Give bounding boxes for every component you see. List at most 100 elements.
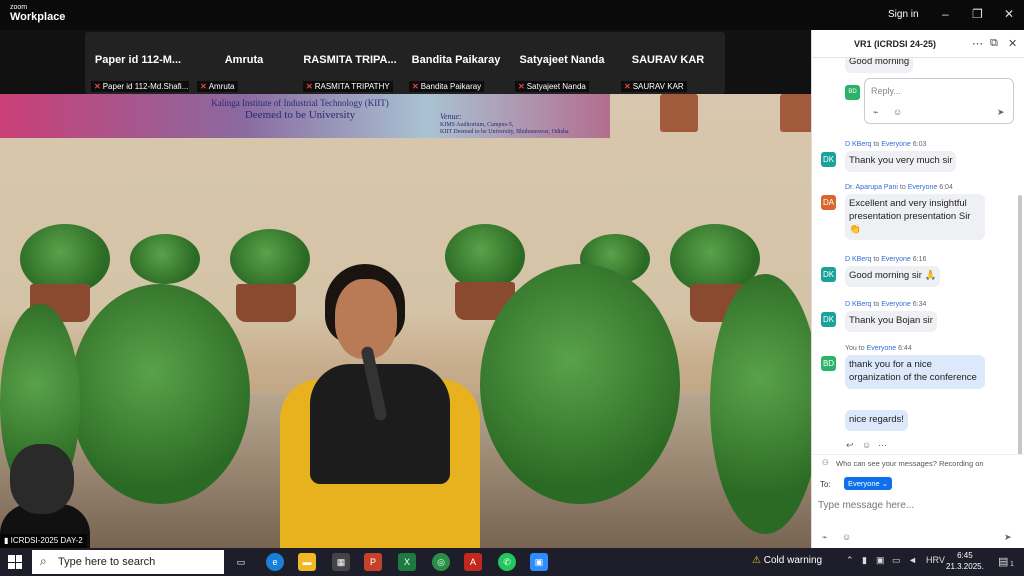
chevron-up-icon[interactable]: ⌃ xyxy=(846,555,854,566)
volume-icon[interactable]: ◄ xyxy=(908,555,917,565)
sender-name: D KBerq xyxy=(845,256,872,263)
participant-label: ✕ Paper id 112-Md.Shafi... xyxy=(91,81,189,92)
restore-icon[interactable]: ❐ xyxy=(972,7,983,21)
chat-scrollbar[interactable] xyxy=(1018,195,1022,455)
notification-icon[interactable]: ▤ xyxy=(998,555,1008,568)
zoom-logo: zoom Workplace xyxy=(10,4,65,23)
participant-tile[interactable]: Bandita Paikaray ✕ Bandita Paikaray xyxy=(403,32,509,94)
participant-label-text: Paper id 112-Md.Shafi... xyxy=(102,82,189,91)
sign-in-button[interactable]: Sign in xyxy=(888,9,919,20)
sender-name: D KBerq xyxy=(845,141,872,148)
search-placeholder: Type here to search xyxy=(58,556,156,568)
mic-muted-icon: ✕ xyxy=(200,82,207,91)
pdf-reader-icon[interactable]: A xyxy=(464,553,482,571)
plant xyxy=(480,264,680,504)
participant-label-text: Amruta xyxy=(208,82,235,91)
message-input[interactable]: Type message here... xyxy=(818,500,914,511)
minimize-icon[interactable]: – xyxy=(942,7,949,21)
send-icon[interactable]: ➤ xyxy=(997,107,1005,118)
whatsapp-icon[interactable]: ✆ xyxy=(498,553,516,571)
camera-icon[interactable]: ▣ xyxy=(876,555,885,566)
send-icon[interactable]: ➤ xyxy=(1004,532,1012,543)
emoji-icon[interactable]: ☺ xyxy=(893,107,902,117)
windows-taskbar: ⌕ Type here to search ▭ e ▬ ▦ P X ◎ A ✆ … xyxy=(0,548,1024,576)
react-icon[interactable]: ☺ xyxy=(862,440,871,450)
participant-tile[interactable]: RASMITA TRIPA... ✕ RASMITA TRIPATHY xyxy=(297,32,403,94)
active-speaker-video: Kalinga Institute of Industrial Technolo… xyxy=(0,94,811,548)
participant-label: ✕ Bandita Paikaray xyxy=(409,81,485,92)
reply-placeholder: Reply... xyxy=(871,86,901,96)
chat-header: VR1 (ICRDSI 24-25) ⋯ ⧉ ✕ xyxy=(812,30,1024,58)
more-icon[interactable]: ⋯ xyxy=(972,37,983,50)
message-bubble: Thank you Bojan sir xyxy=(845,311,937,332)
participant-strip: Paper id 112-M... ✕ Paper id 112-Md.Shafi… xyxy=(85,32,725,94)
search-icon: ⌕ xyxy=(40,554,47,568)
close-chat-icon[interactable]: ✕ xyxy=(1008,37,1017,50)
file-explorer-icon[interactable]: ▬ xyxy=(298,553,316,571)
speaker-person xyxy=(270,254,500,548)
banner-text: Kalinga Institute of Industrial Technolo… xyxy=(150,98,450,122)
message-bubble: Good morning sir 🙏 xyxy=(845,266,941,287)
zoom-window: zoom Workplace Sign in – ❐ ✕ Paper id 11… xyxy=(0,0,1024,548)
zoom-taskbar-icon[interactable]: ▣ xyxy=(530,553,548,571)
to-word: to xyxy=(873,256,880,263)
banner-line: Deemed to be University xyxy=(244,108,356,121)
chat-panel: VR1 (ICRDSI 24-25) ⋯ ⧉ ✕ Good morning BD… xyxy=(811,30,1024,548)
participant-name: RASMITA TRIPA... xyxy=(303,54,397,66)
recipient: Everyone xyxy=(907,184,938,191)
chat-title: VR1 (ICRDSI 24-25) xyxy=(854,39,937,49)
message-meta: D KBerq to Everyone 6:16 xyxy=(845,256,926,263)
more-options-icon[interactable]: ⋯ xyxy=(878,440,887,451)
windows-start-icon[interactable] xyxy=(8,555,22,569)
participant-tile[interactable]: Satyajeet Nanda ✕ Satyajeet Nanda xyxy=(509,32,615,94)
taskbar-search[interactable]: ⌕ Type here to search xyxy=(32,550,224,574)
weather-text: Cold warning xyxy=(763,555,823,566)
recipient: Everyone xyxy=(881,301,911,308)
language-indicator[interactable]: HRV xyxy=(926,555,945,565)
brand-big: Workplace xyxy=(10,11,66,23)
thread-reply-box[interactable]: Reply... ⌁ ☺ ➤ xyxy=(864,78,1014,124)
recipient: Everyone xyxy=(881,141,911,148)
pot-decor xyxy=(660,94,698,132)
message-bubble: Thank you very much sir xyxy=(845,151,957,172)
audience-head xyxy=(10,444,74,514)
powerpoint-icon[interactable]: P xyxy=(364,553,382,571)
mic-muted-icon: ✕ xyxy=(94,82,101,91)
recipient-value: Everyone xyxy=(848,479,880,488)
weather-widget[interactable]: ⚠ Cold warning xyxy=(752,555,822,566)
avatar: DA xyxy=(821,195,836,210)
format-icon[interactable]: ⌁ xyxy=(822,532,827,543)
event-banner: Kalinga Institute of Industrial Technolo… xyxy=(0,94,610,138)
taskbar-clock[interactable]: 6:45 21.3.2025. xyxy=(946,551,984,573)
recipient-dropdown[interactable]: Everyone ⌄ xyxy=(844,477,893,490)
popout-icon[interactable]: ⧉ xyxy=(990,37,998,50)
task-view-icon[interactable]: ▭ xyxy=(232,553,250,571)
close-icon[interactable]: ✕ xyxy=(1004,7,1014,21)
clock-date: 21.3.2025. xyxy=(946,561,984,571)
participant-tile[interactable]: Amruta ✕ Amruta xyxy=(191,32,297,94)
message-bubble: Excellent and very insightful presentati… xyxy=(845,194,985,241)
emoji-icon[interactable]: ☺ xyxy=(842,532,851,542)
participant-label: ✕ Satyajeet Nanda xyxy=(515,81,589,92)
excel-icon[interactable]: X xyxy=(398,553,416,571)
message-bubble: nice regards! xyxy=(845,410,908,431)
recipient: Everyone xyxy=(881,256,911,263)
chat-toolbar: ⌁ ☺ ➤ xyxy=(812,530,1024,546)
edge-icon[interactable]: e xyxy=(266,553,284,571)
chrome-icon[interactable]: ◎ xyxy=(432,553,450,571)
battery-icon[interactable]: ▭ xyxy=(892,555,901,566)
plant xyxy=(130,234,200,284)
participant-tile[interactable]: SAURAV KAR ✕ SAURAV KAR xyxy=(615,32,721,94)
visibility-notice[interactable]: ⚇ Who can see your messages? Recording o… xyxy=(812,454,1024,470)
banner-venue-title: Venue: xyxy=(440,112,462,121)
reply-icon[interactable]: ↩ xyxy=(846,440,854,451)
mic-muted-icon: ✕ xyxy=(624,82,631,91)
format-icon[interactable]: ⌁ xyxy=(873,107,878,118)
sender-name: Dr. Aparupa Pani xyxy=(845,184,898,191)
message-list: Good morning BD Reply... ⌁ ☺ ➤ DK D KBer… xyxy=(812,58,1018,462)
to-label: To: xyxy=(820,480,831,489)
recipient-row: To: Everyone ⌄ xyxy=(820,477,893,490)
participant-tile[interactable]: Paper id 112-M... ✕ Paper id 112-Md.Shafi… xyxy=(85,32,191,94)
mic-icon[interactable]: ▮ xyxy=(862,555,867,566)
store-icon[interactable]: ▦ xyxy=(332,553,350,571)
